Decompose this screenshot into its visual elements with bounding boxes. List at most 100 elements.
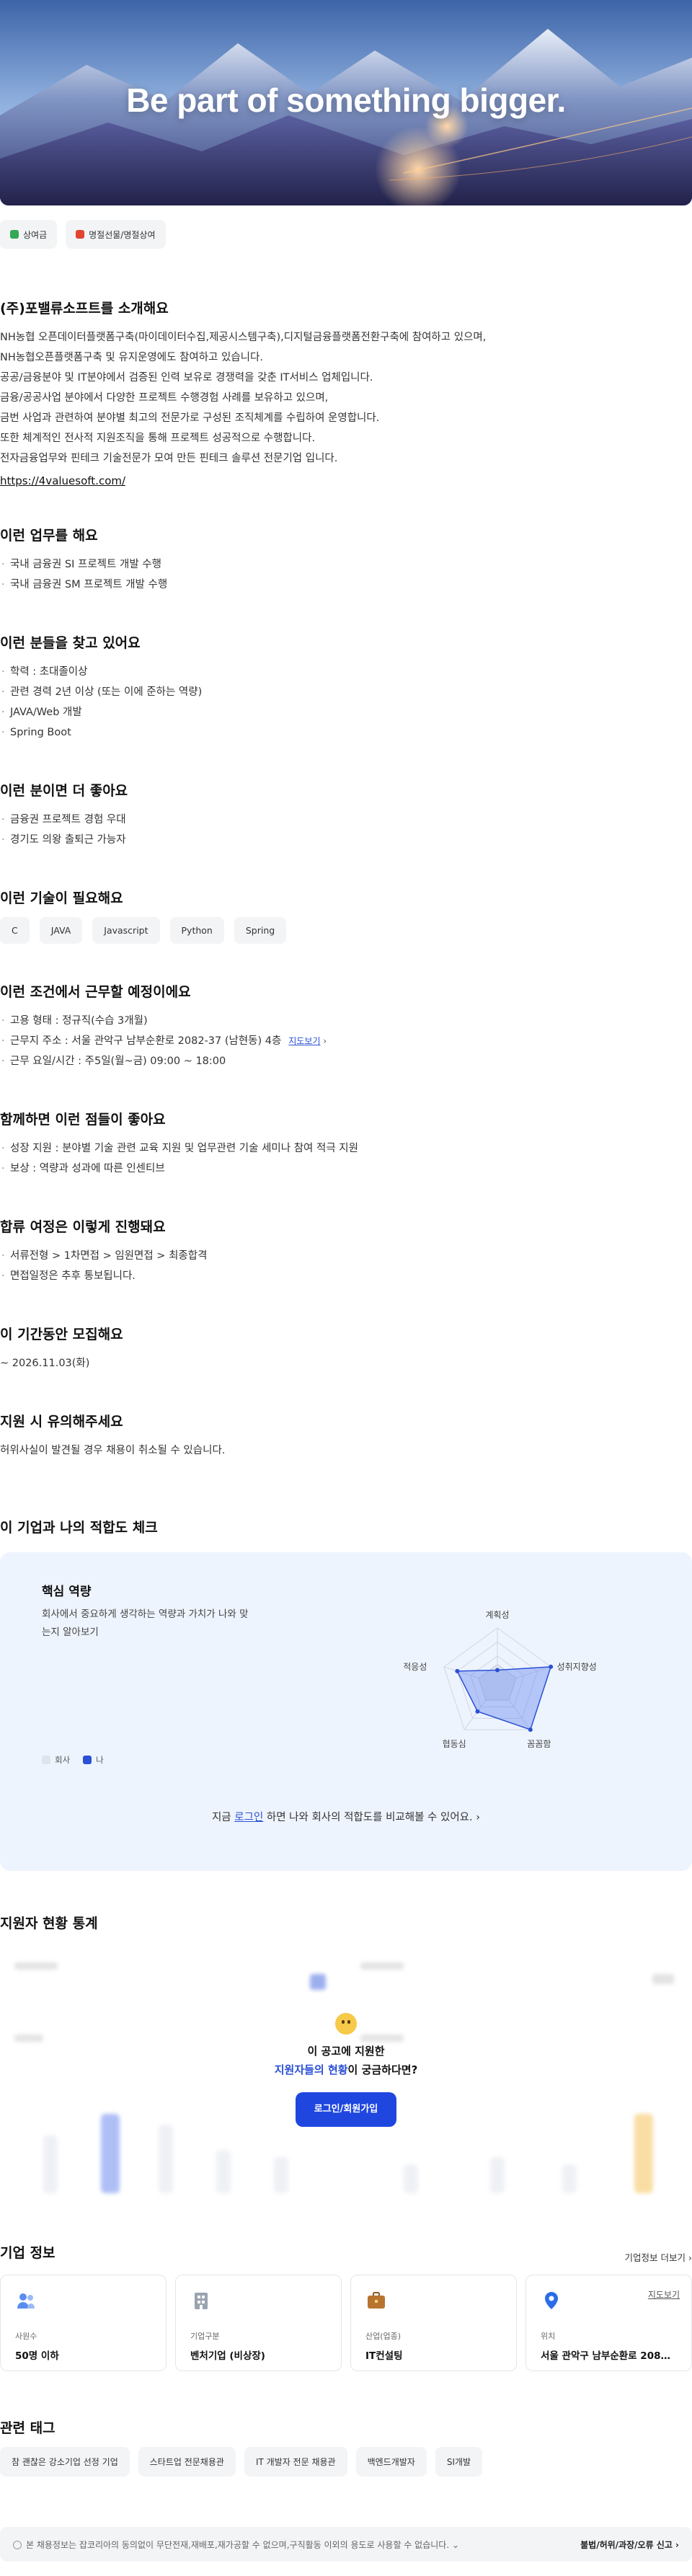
fit-cta: 지금 로그인 하면 나와 회사의 적합도를 비교해볼 수 있어요. › xyxy=(0,1809,692,1824)
login-signup-button[interactable]: 로그인/회원가입 xyxy=(296,2092,396,2127)
card-value: IT컨설팅 xyxy=(365,2350,403,2362)
stats-panel: 이 공고에 지원한 지원자들의 현황이 궁금하다면? 로그인/회원가입 xyxy=(0,1948,692,2200)
legend-company: 회사 xyxy=(42,1754,70,1766)
footer-notice-bar: 본 채용정보는 잡코리아의 동의없이 무단전재,재배포,재가공할 수 없으며,구… xyxy=(0,2527,692,2562)
fit-card-desc: 회사에서 중요하게 생각하는 역량과 가치가 나와 맞는지 알아보기 xyxy=(42,1608,249,1638)
section-heading: 함께하면 이런 점들이 좋아요 xyxy=(0,1112,166,1128)
work-hours: 근무 요일/시간 : 주5일(월~금) 09:00 ~ 18:00 xyxy=(0,1051,692,1071)
footer-notice[interactable]: 본 채용정보는 잡코리아의 동의없이 무단전재,재배포,재가공할 수 없으며,구… xyxy=(13,2539,459,2551)
related-tag[interactable]: SI개발 xyxy=(435,2447,483,2477)
card-label: 산업(업종) xyxy=(365,2332,402,2341)
cta-text: 지금 xyxy=(211,1812,235,1823)
legend-me: 나 xyxy=(83,1754,104,1766)
list-item: 국내 금융권 SI 프로젝트 개발 수행 xyxy=(0,554,692,575)
section-heading: 이런 기술이 필요해요 xyxy=(0,890,123,906)
building-icon xyxy=(195,2293,208,2309)
stats-login-prompt: 이 공고에 지원한 지원자들의 현황이 궁금하다면? 로그인/회원가입 xyxy=(0,2013,692,2127)
card-label: 사원수 xyxy=(15,2332,37,2341)
map-view-link[interactable]: 지도보기 xyxy=(288,1036,320,1046)
intro-line: NH농협오픈플랫폼구축 및 유지운영에도 참여하고 있습니다. xyxy=(0,352,263,363)
radar-chart: 계획성성취지향성꼼꼼함 협동심 적응성 xyxy=(404,1610,597,1749)
list-item: 경기도 의왕 출퇴근 가능자 xyxy=(0,830,692,850)
intro-line: 금융/공공사업 분야에서 다양한 프로젝트 수행경험 사례를 보유하고 있으며, xyxy=(0,392,329,404)
radar-axis-label: 성취지향성 xyxy=(557,1662,597,1672)
card-label: 위치 xyxy=(541,2332,556,2341)
section-heading: 지원자 현황 통계 xyxy=(0,1916,98,1931)
list-item: 학력 : 초대졸이상 xyxy=(0,662,692,682)
list-item: 서류전형 > 1차면접 > 임원면접 > 최종합격 xyxy=(0,1246,692,1266)
company-more-link[interactable]: 기업정보 더보기 › xyxy=(625,2250,692,2264)
radar-axis-label: 적응성 xyxy=(404,1662,427,1672)
login-link[interactable]: 로그인 xyxy=(234,1812,263,1823)
conditions-section: 이런 조건에서 근무할 예정이에요 고용 형태 : 정규직(수습 3개월) 근무… xyxy=(0,981,692,1071)
intro-line: 공공/금융분야 및 IT분야에서 검증된 인력 보유로 경쟁력을 갖춘 IT서비… xyxy=(0,372,373,384)
company-website-link[interactable]: https://4valuesoft.com/ xyxy=(0,474,125,487)
tags-section: 관련 태그 참 괜찮은 강소기업 선정 기업 스타트업 전문채용관 IT 개발자… xyxy=(0,2417,692,2477)
radar-axis-label: 꼼꼼함 xyxy=(527,1739,551,1749)
related-tag[interactable]: 참 괜찮은 강소기업 선정 기업 xyxy=(0,2447,130,2477)
skills-section: 이런 기술이 필요해요 C JAVA Javascript Python Spr… xyxy=(0,888,692,944)
chip-label: 명절선물/명절상여 xyxy=(89,229,156,240)
list-item: 국내 금융권 SM 프로젝트 개발 수행 xyxy=(0,575,692,595)
stats-prompt-line1: 이 공고에 지원한 xyxy=(307,2045,385,2058)
related-tag[interactable]: 백엔드개발자 xyxy=(355,2447,427,2477)
card-value: 서울 관악구 남부순환로 2082-37 (남현동) 4층 xyxy=(541,2350,677,2362)
related-tag[interactable]: 스타트업 전문채용관 xyxy=(138,2447,236,2477)
section-heading: 이 기업과 나의 적합도 체크 xyxy=(0,1520,158,1536)
benefits-section: 함께하면 이런 점들이 좋아요 성장 지원 : 분야별 기술 관련 교육 지원 … xyxy=(0,1109,692,1179)
hero-title: Be part of something bigger. xyxy=(126,81,566,119)
skill-tag: Javascript xyxy=(92,917,160,944)
list-item: JAVA/Web 개발 xyxy=(0,702,692,722)
section-heading: 이 기간동안 모집해요 xyxy=(0,1327,123,1342)
applicant-stats-section: 지원자 현황 통계 이 공고에 지원한 지원자들의 현황이 궁금하다면? 로그인… xyxy=(0,1913,692,2200)
briefcase-icon xyxy=(368,2292,385,2309)
radar-axis-label: 협동심 xyxy=(443,1739,466,1749)
intro-line: NH농협 오픈데이터플랫폼구축(마이데이터수집,제공시스템구축),디지털금융플랫… xyxy=(0,332,487,343)
radar-point xyxy=(549,1664,554,1669)
work-address-row: 근무지 주소 : 서울 관악구 남부순환로 2082-37 (남현동) 4층 지도… xyxy=(0,1031,692,1051)
section-heading: 기업 정보 xyxy=(0,2245,56,2261)
cta-text: 하면 나와 회사의 적합도를 비교해볼 수 있어요. xyxy=(263,1812,473,1823)
duties-section: 이런 업무를 해요 국내 금융권 SI 프로젝트 개발 수행 국내 금융권 SM… xyxy=(0,525,692,595)
benefit-chips: 상여금 명절선물/명절상여 xyxy=(0,220,692,249)
section-heading: 이런 조건에서 근무할 예정이에요 xyxy=(0,984,191,1000)
section-heading: 이런 분들을 찾고 있어요 xyxy=(0,635,141,651)
chevron-right-icon[interactable]: › xyxy=(476,1812,480,1823)
company-card-location: 지도보기 위치 서울 관악구 남부순환로 2082-37 (남현동) 4층 xyxy=(525,2275,692,2371)
stats-prompt-highlight: 지원자들의 현황 xyxy=(274,2063,348,2076)
radar-point xyxy=(495,1668,500,1673)
section-heading: 합류 여정은 이렇게 진행돼요 xyxy=(0,1219,166,1235)
notice-text: 허위사실이 발견될 경우 채용이 취소될 수 있습니다. xyxy=(0,1445,226,1456)
company-card-type: 기업구분 벤처기업 (비상장) xyxy=(175,2275,342,2371)
skill-tag: Spring xyxy=(234,917,287,944)
company-intro: (주)포밸류소프트를 소개해요 NH농협 오픈데이터플랫폼구축(마이데이터수집,… xyxy=(0,298,692,487)
radar-legend: 회사 나 xyxy=(42,1754,104,1766)
intro-line: 전자금융업무와 핀테크 기술전문가 모여 만든 핀테크 솔루션 전문기업 입니다… xyxy=(0,453,338,464)
radar-axis-label: 계획성 xyxy=(485,1610,509,1620)
company-card-industry: 산업(업종) IT컨설팅 xyxy=(350,2275,517,2371)
section-heading: 지원 시 유의해주세요 xyxy=(0,1414,123,1430)
money-icon xyxy=(10,230,19,239)
legend-label: 회사 xyxy=(55,1755,71,1765)
list-item: Spring Boot xyxy=(0,722,692,743)
fit-card-title: 핵심 역량 xyxy=(42,1585,92,1599)
list-item: 관련 경력 2년 이상 (또는 이에 준하는 역량) xyxy=(0,682,692,702)
process-section: 합류 여정은 이렇게 진행돼요 서류전형 > 1차면접 > 임원면접 > 최종합… xyxy=(0,1216,692,1286)
hero-banner: Be part of something bigger. xyxy=(0,0,692,205)
radar-point xyxy=(475,1709,480,1714)
report-link[interactable]: 불법/허위/과장/오류 신고 › xyxy=(580,2539,679,2551)
employment-type: 고용 형태 : 정규직(수습 3개월) xyxy=(0,1011,692,1031)
skill-tag: C xyxy=(0,917,30,944)
map-view-link[interactable]: 지도보기 xyxy=(648,2288,680,2301)
intro-line: 금번 사업과 관련하여 분야별 최고의 전문가로 구성된 조직체계를 수립하여 … xyxy=(0,412,380,424)
benefit-chip-gift: 명절선물/명절상여 xyxy=(66,220,166,249)
related-tag[interactable]: IT 개발자 전문 채용관 xyxy=(244,2447,347,2477)
section-heading: 이런 분이면 더 좋아요 xyxy=(0,783,128,799)
list-item: 면접일정은 추후 통보됩니다. xyxy=(0,1266,692,1286)
section-heading: (주)포밸류소프트를 소개해요 xyxy=(0,301,169,317)
preferred-section: 이런 분이면 더 좋아요 금융권 프로젝트 경험 우대 경기도 의왕 출퇴근 가… xyxy=(0,780,692,850)
radar-point xyxy=(528,1727,533,1732)
smile-emoji-icon xyxy=(335,2013,357,2035)
period-section: 이 기간동안 모집해요 ~ 2026.11.03(화) xyxy=(0,1324,692,1373)
benefit-chip-bonus: 상여금 xyxy=(0,220,58,249)
